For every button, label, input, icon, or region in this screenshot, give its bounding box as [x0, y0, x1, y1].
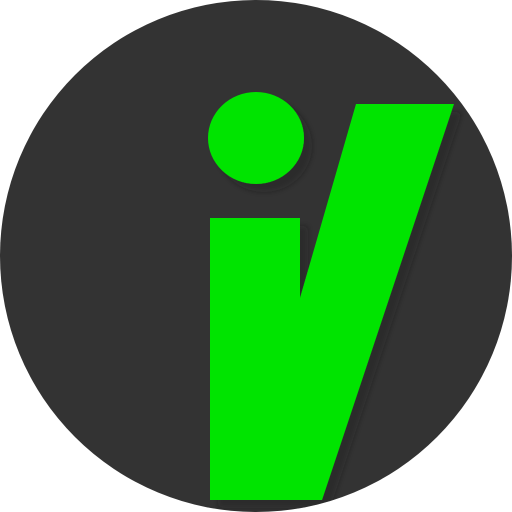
logo-canvas — [0, 0, 512, 512]
i-dot-shape — [208, 92, 304, 184]
iv-logo-icon — [0, 0, 512, 512]
